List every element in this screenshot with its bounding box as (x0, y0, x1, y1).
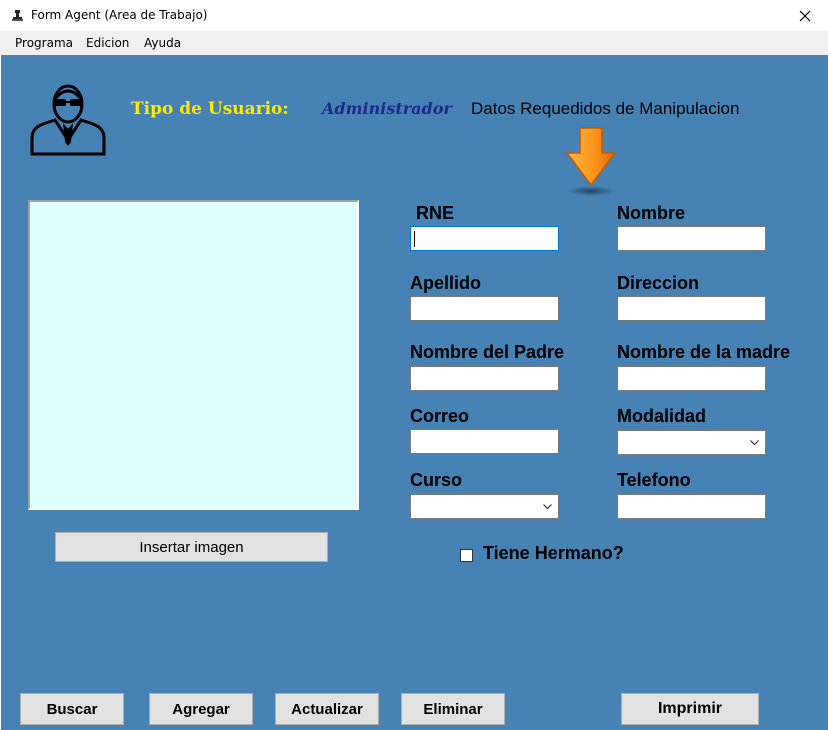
direccion-label: Direccion (617, 273, 700, 293)
curso-label: Curso (410, 470, 463, 490)
menu-bar: Programa Edicion Ayuda (0, 31, 828, 55)
arrow-down-icon (565, 127, 617, 196)
curso-dropdown[interactable] (410, 494, 559, 519)
menu-ayuda[interactable]: Ayuda (144, 36, 181, 50)
nombre-padre-input[interactable] (410, 366, 559, 391)
app-icon (12, 10, 23, 21)
nombre-input[interactable] (617, 226, 766, 251)
menu-programa[interactable]: Programa (15, 36, 73, 50)
rne-label: RNE (416, 203, 455, 223)
direccion-input[interactable] (617, 296, 766, 321)
title-bar: Form Agent (Area de Trabajo) (0, 0, 828, 31)
photo-box (28, 200, 359, 510)
nombre-madre-label: Nombre de la madre (617, 342, 791, 362)
correo-label: Correo (410, 406, 470, 426)
modalidad-dropdown[interactable] (617, 430, 766, 455)
window-title: Form Agent (Area de Trabajo) (31, 8, 208, 22)
menu-edicion[interactable]: Edicion (86, 36, 129, 50)
chevron-down-icon (543, 504, 552, 510)
required-data-label: Datos Requedidos de Manipulacion (471, 99, 740, 118)
agregar-button[interactable]: Agregar (149, 693, 253, 725)
correo-input[interactable] (410, 429, 559, 454)
close-icon (799, 10, 811, 21)
user-type-label: Tipo de Usuario: (131, 99, 289, 119)
insert-image-button[interactable]: Insertar imagen (55, 532, 328, 562)
nombre-padre-label: Nombre del Padre (410, 342, 565, 362)
imprimir-button[interactable]: Imprimir (621, 693, 759, 725)
chevron-down-icon (750, 440, 759, 446)
tiene-hermano-label: Tiene Hermano? (483, 543, 624, 563)
rne-input[interactable] (410, 226, 559, 251)
close-button[interactable] (782, 0, 828, 31)
telefono-input[interactable] (617, 494, 766, 519)
text-caret (414, 231, 415, 247)
agent-user-icon (30, 84, 106, 156)
tiene-hermano-checkbox[interactable] (460, 549, 473, 562)
apellido-label: Apellido (410, 273, 481, 293)
nombre-madre-input[interactable] (617, 366, 766, 391)
nombre-label: Nombre (617, 203, 686, 223)
buscar-button[interactable]: Buscar (20, 693, 124, 725)
eliminar-button[interactable]: Eliminar (401, 693, 505, 725)
actualizar-button[interactable]: Actualizar (275, 693, 379, 725)
telefono-label: Telefono (617, 470, 691, 490)
user-type-value: Administrador (322, 99, 452, 118)
apellido-input[interactable] (410, 296, 559, 321)
modalidad-label: Modalidad (617, 406, 706, 426)
